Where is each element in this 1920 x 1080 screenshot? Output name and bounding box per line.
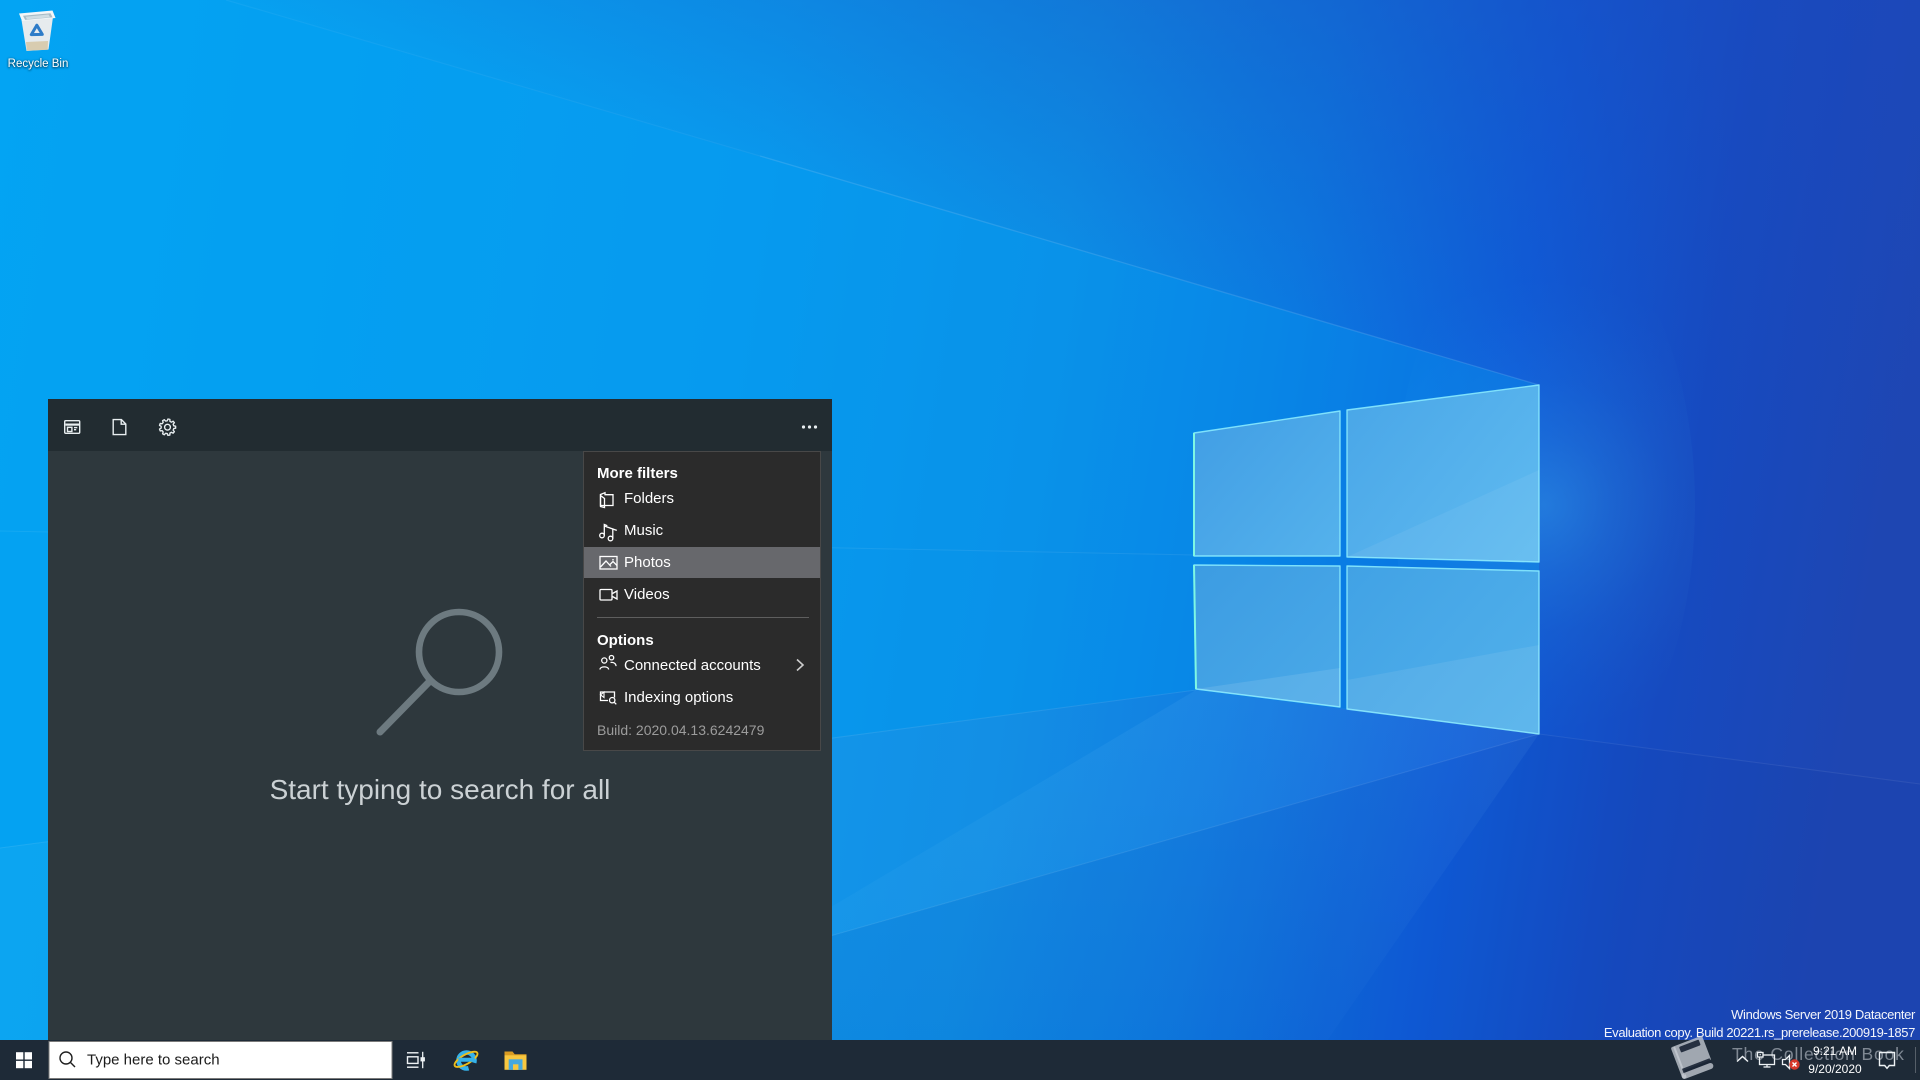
svg-text:Type here to search: Type here to search: [87, 1052, 220, 1069]
